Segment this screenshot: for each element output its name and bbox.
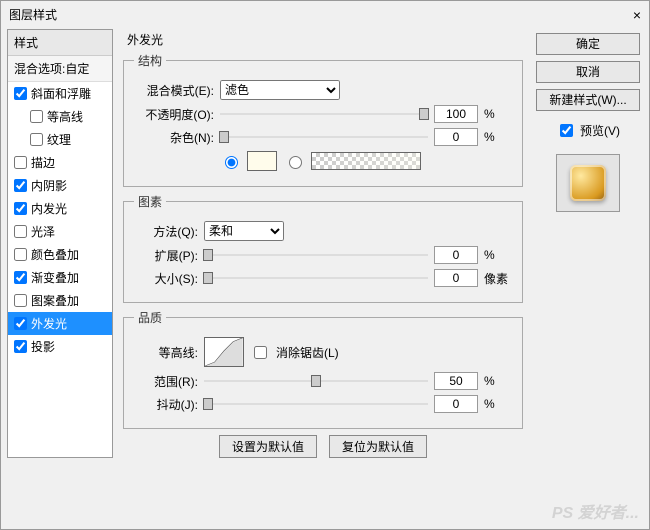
- opacity-input[interactable]: [434, 105, 478, 123]
- range-unit: %: [484, 374, 512, 388]
- preview-thumbnail: [556, 154, 620, 212]
- quality-group: 品质 等高线: 消除锯齿(L) 范围(R): % 抖动(J):: [123, 309, 523, 429]
- style-checkbox[interactable]: [14, 87, 27, 100]
- jitter-input[interactable]: [434, 395, 478, 413]
- style-item[interactable]: 图案叠加: [8, 289, 112, 312]
- style-checkbox[interactable]: [14, 202, 27, 215]
- watermark-text: PS 爱好者...: [552, 499, 639, 523]
- style-checkbox[interactable]: [30, 110, 43, 123]
- contour-label: 等高线:: [134, 344, 198, 361]
- settings-panel: 外发光 结构 混合模式(E): 滤色 不透明度(O): % 杂色(N):: [119, 29, 527, 458]
- style-item[interactable]: 投影: [8, 335, 112, 358]
- style-item[interactable]: 内阴影: [8, 174, 112, 197]
- style-checkbox[interactable]: [14, 271, 27, 284]
- style-checkbox[interactable]: [14, 248, 27, 261]
- style-item[interactable]: 渐变叠加: [8, 266, 112, 289]
- dialog-title: 图层样式: [9, 1, 57, 29]
- style-checkbox[interactable]: [14, 156, 27, 169]
- preview-checkbox[interactable]: [560, 124, 573, 137]
- style-checkbox[interactable]: [30, 133, 43, 146]
- blend-mode-select[interactable]: 滤色: [220, 80, 340, 100]
- jitter-unit: %: [484, 397, 512, 411]
- style-label: 图案叠加: [31, 292, 79, 309]
- reset-default-button[interactable]: 复位为默认值: [329, 435, 427, 458]
- size-slider[interactable]: [204, 270, 428, 286]
- style-item[interactable]: 光泽: [8, 220, 112, 243]
- style-label: 内发光: [31, 200, 67, 217]
- styles-list: 样式 混合选项:自定 斜面和浮雕等高线纹理描边内阴影内发光光泽颜色叠加渐变叠加图…: [7, 29, 113, 458]
- size-unit: 像素: [484, 270, 512, 287]
- jitter-label: 抖动(J):: [134, 396, 198, 413]
- action-panel: 确定 取消 新建样式(W)... 预览(V): [533, 29, 643, 458]
- opacity-label: 不透明度(O):: [134, 106, 214, 123]
- blending-options[interactable]: 混合选项:自定: [8, 56, 112, 82]
- style-item[interactable]: 斜面和浮雕: [8, 82, 112, 105]
- style-label: 纹理: [47, 131, 71, 148]
- noise-input[interactable]: [434, 128, 478, 146]
- panel-title: 外发光: [127, 31, 523, 48]
- opacity-unit: %: [484, 107, 512, 121]
- style-label: 等高线: [47, 108, 83, 125]
- preview-icon: [570, 165, 606, 201]
- style-item[interactable]: 等高线: [8, 105, 112, 128]
- antialias-label: 消除锯齿(L): [276, 344, 339, 361]
- spread-slider[interactable]: [204, 247, 428, 263]
- contour-picker[interactable]: [204, 337, 244, 367]
- method-label: 方法(Q):: [134, 223, 198, 240]
- style-item[interactable]: 颜色叠加: [8, 243, 112, 266]
- noise-unit: %: [484, 130, 512, 144]
- style-label: 光泽: [31, 223, 55, 240]
- spread-label: 扩展(P):: [134, 247, 198, 264]
- style-item[interactable]: 外发光: [8, 312, 112, 335]
- set-default-button[interactable]: 设置为默认值: [219, 435, 317, 458]
- style-label: 投影: [31, 338, 55, 355]
- spread-unit: %: [484, 248, 512, 262]
- close-icon[interactable]: ×: [633, 1, 641, 29]
- range-input[interactable]: [434, 372, 478, 390]
- titlebar: 图层样式 ×: [1, 1, 649, 29]
- range-label: 范围(R):: [134, 373, 198, 390]
- blend-mode-label: 混合模式(E):: [134, 82, 214, 99]
- style-label: 颜色叠加: [31, 246, 79, 263]
- style-item[interactable]: 描边: [8, 151, 112, 174]
- structure-group: 结构 混合模式(E): 滤色 不透明度(O): % 杂色(N): %: [123, 52, 523, 187]
- style-label: 外发光: [31, 315, 67, 332]
- spread-input[interactable]: [434, 246, 478, 264]
- style-checkbox[interactable]: [14, 317, 27, 330]
- method-select[interactable]: 柔和: [204, 221, 284, 241]
- style-label: 斜面和浮雕: [31, 85, 91, 102]
- style-item[interactable]: 纹理: [8, 128, 112, 151]
- opacity-slider[interactable]: [220, 106, 428, 122]
- new-style-button[interactable]: 新建样式(W)...: [536, 89, 640, 111]
- style-label: 描边: [31, 154, 55, 171]
- style-label: 渐变叠加: [31, 269, 79, 286]
- jitter-slider[interactable]: [204, 396, 428, 412]
- style-label: 内阴影: [31, 177, 67, 194]
- quality-legend: 品质: [134, 309, 166, 326]
- style-checkbox[interactable]: [14, 340, 27, 353]
- elements-legend: 图素: [134, 193, 166, 210]
- size-label: 大小(S):: [134, 270, 198, 287]
- color-swatch[interactable]: [247, 151, 277, 171]
- cancel-button[interactable]: 取消: [536, 61, 640, 83]
- ok-button[interactable]: 确定: [536, 33, 640, 55]
- size-input[interactable]: [434, 269, 478, 287]
- noise-label: 杂色(N):: [134, 129, 214, 146]
- color-radio[interactable]: [225, 156, 238, 169]
- structure-legend: 结构: [134, 52, 166, 69]
- elements-group: 图素 方法(Q): 柔和 扩展(P): % 大小(S): 像素: [123, 193, 523, 303]
- range-slider[interactable]: [204, 373, 428, 389]
- style-item[interactable]: 内发光: [8, 197, 112, 220]
- layer-style-dialog: 图层样式 × 样式 混合选项:自定 斜面和浮雕等高线纹理描边内阴影内发光光泽颜色…: [0, 0, 650, 530]
- gradient-swatch[interactable]: [311, 152, 421, 170]
- antialias-checkbox[interactable]: [254, 346, 267, 359]
- style-checkbox[interactable]: [14, 294, 27, 307]
- preview-label: 预览(V): [580, 122, 620, 139]
- noise-slider[interactable]: [220, 129, 428, 145]
- style-checkbox[interactable]: [14, 225, 27, 238]
- gradient-radio[interactable]: [289, 156, 302, 169]
- styles-header: 样式: [8, 30, 112, 56]
- style-checkbox[interactable]: [14, 179, 27, 192]
